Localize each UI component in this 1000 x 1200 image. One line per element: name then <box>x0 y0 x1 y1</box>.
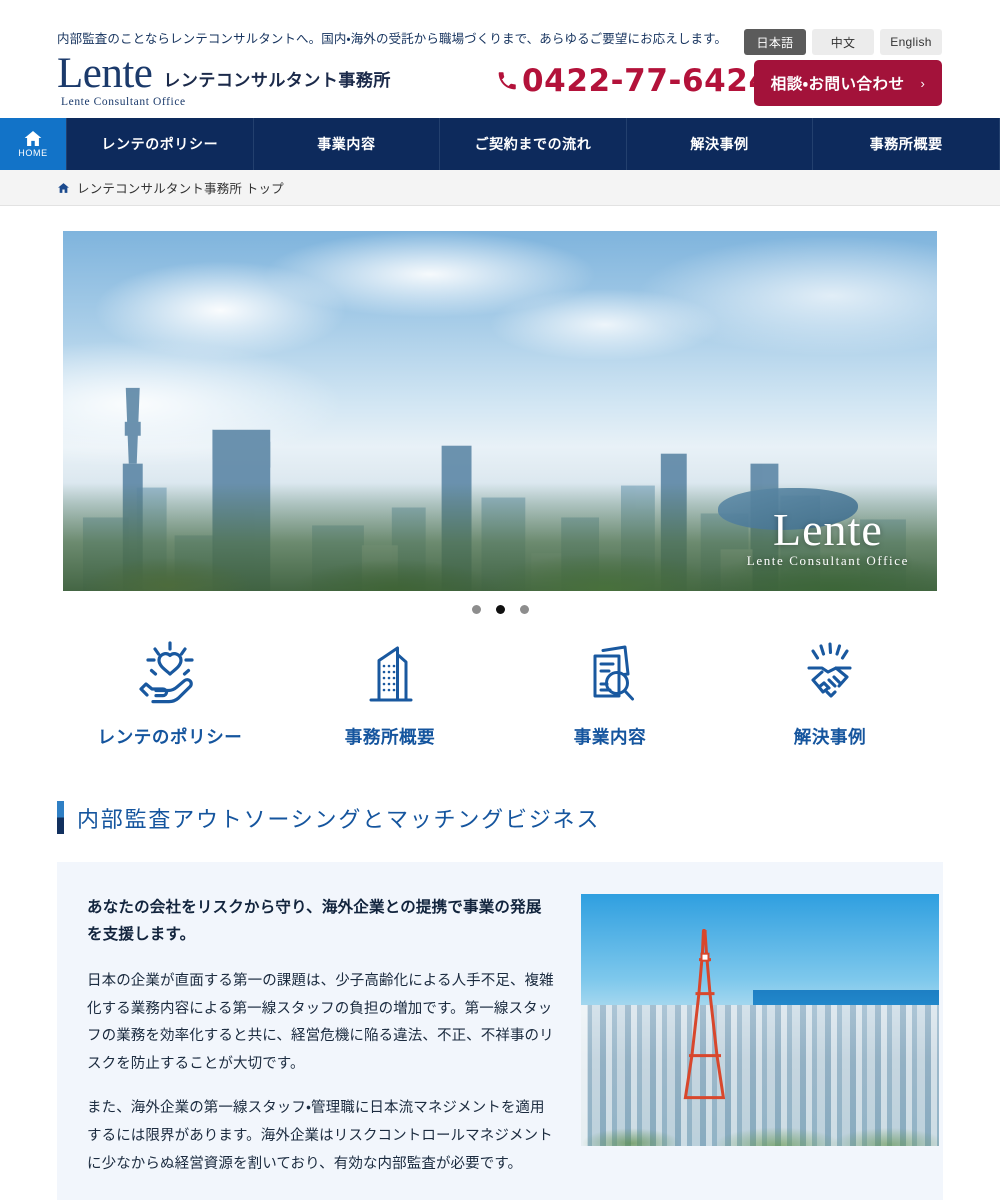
nav-item-list: レンテのポリシー 事業内容 ご契約までの流れ 解決事例 事務所概要 <box>66 118 1000 170</box>
hero-slide[interactable]: Lente Lente Consultant Office <box>63 231 937 591</box>
home-icon <box>24 131 42 146</box>
language-switcher: 日本語 中文 English <box>744 29 942 55</box>
feature-link-policy[interactable]: レンテのポリシー <box>60 640 280 749</box>
home-icon <box>58 182 69 193</box>
hero-watermark-main: Lente <box>773 504 883 555</box>
feature-links: レンテのポリシー 事務所概要 事業内容 解決事例 <box>60 640 940 749</box>
language-button-japanese[interactable]: 日本語 <box>744 29 806 55</box>
tokyo-tower-icon <box>683 929 725 1100</box>
nav-item-policy[interactable]: レンテのポリシー <box>66 118 254 170</box>
contact-cta-button[interactable]: 相談・お問い合わせ › <box>754 60 942 106</box>
intro-photo <box>581 894 939 1146</box>
main-navigation: HOME レンテのポリシー 事業内容 ご契約までの流れ 解決事例 事務所概要 <box>0 118 1000 170</box>
language-button-english[interactable]: English <box>880 29 942 55</box>
intro-panel: あなたの会社をリスクから守り、海外企業との提携で事業の発展を支援します。 日本の… <box>57 862 943 1200</box>
carousel-dots <box>0 591 1000 614</box>
nav-item-home[interactable]: HOME <box>0 118 66 170</box>
photo-greenery <box>581 1095 939 1146</box>
breadcrumb: レンテコンサルタント事務所 トップ <box>0 170 1000 206</box>
intro-paragraph-2: また、海外企業の第一線スタッフ・管理職に日本流マネジメントを適用するには限界があ… <box>87 1100 553 1172</box>
nav-item-case-studies[interactable]: 解決事例 <box>627 118 814 170</box>
logo-wordmark: Lente <box>57 50 153 97</box>
nav-item-office-overview[interactable]: 事務所概要 <box>813 118 1000 170</box>
site-logo[interactable]: Lente レンテコンサルタント事務所 Lente Consultant Off… <box>57 50 391 108</box>
feature-link-case-studies[interactable]: 解決事例 <box>720 640 940 749</box>
feature-link-office-overview[interactable]: 事務所概要 <box>280 640 500 749</box>
carousel-dot-3[interactable] <box>519 605 529 614</box>
nav-item-services[interactable]: 事業内容 <box>254 118 441 170</box>
site-tagline: 内部監査のことならレンテコンサルタントへ。国内・海外の受託から職場づくりまで、あ… <box>57 32 728 46</box>
hero-watermark: Lente Lente Consultant Office <box>746 504 909 569</box>
intro-text-column: あなたの会社をリスクから守り、海外企業との提携で事業の発展を支援します。 日本の… <box>87 894 555 1178</box>
intro-paragraph-1: 日本の企業が直面する第一の課題は、少子高齢化による人手不足、複雑化する業務内容に… <box>87 973 554 1072</box>
section-title: 内部監査アウトソーシングとマッチングビジネス <box>77 806 601 832</box>
phone-number-block[interactable]: 0422-77-6424 <box>497 63 771 99</box>
logo-japanese-name: レンテコンサルタント事務所 <box>163 71 391 90</box>
feature-label-services: 事業内容 <box>573 727 647 747</box>
heart-in-hand-icon <box>139 641 194 704</box>
office-building-icon <box>369 646 413 702</box>
phone-number-text: 0422-77-6424 <box>522 63 771 99</box>
language-button-chinese[interactable]: 中文 <box>812 29 874 55</box>
section-heading: 内部監査アウトソーシングとマッチングビジネス <box>57 801 943 834</box>
hero-section: Lente Lente Consultant Office <box>0 206 1000 614</box>
feature-link-services[interactable]: 事業内容 <box>500 640 720 749</box>
feature-label-policy: レンテのポリシー <box>97 727 243 747</box>
phone-icon <box>498 72 516 90</box>
contact-cta-label: 相談・お問い合わせ <box>770 76 905 93</box>
hero-watermark-sub: Lente Consultant Office <box>746 553 909 568</box>
handshake-icon <box>807 642 852 698</box>
nav-item-contract-flow[interactable]: ご契約までの流れ <box>440 118 627 170</box>
carousel-dot-1[interactable] <box>471 605 481 614</box>
logo-subtitle: Lente Consultant Office <box>61 96 186 108</box>
carousel-dot-2[interactable] <box>495 605 505 614</box>
nav-home-label: HOME <box>18 148 48 158</box>
breadcrumb-current[interactable]: レンテコンサルタント事務所 トップ <box>77 178 284 197</box>
document-magnifier-icon <box>593 645 634 701</box>
chevron-right-icon: › <box>920 75 926 91</box>
site-header: 内部監査のことならレンテコンサルタントへ。国内・海外の受託から職場づくりまで、あ… <box>0 0 1000 118</box>
feature-label-case-studies: 解決事例 <box>793 727 867 747</box>
feature-label-office-overview: 事務所概要 <box>344 727 436 747</box>
section-accent-bar <box>57 801 64 834</box>
intro-lead: あなたの会社をリスクから守り、海外企業との提携で事業の発展を支援します。 <box>87 899 542 944</box>
